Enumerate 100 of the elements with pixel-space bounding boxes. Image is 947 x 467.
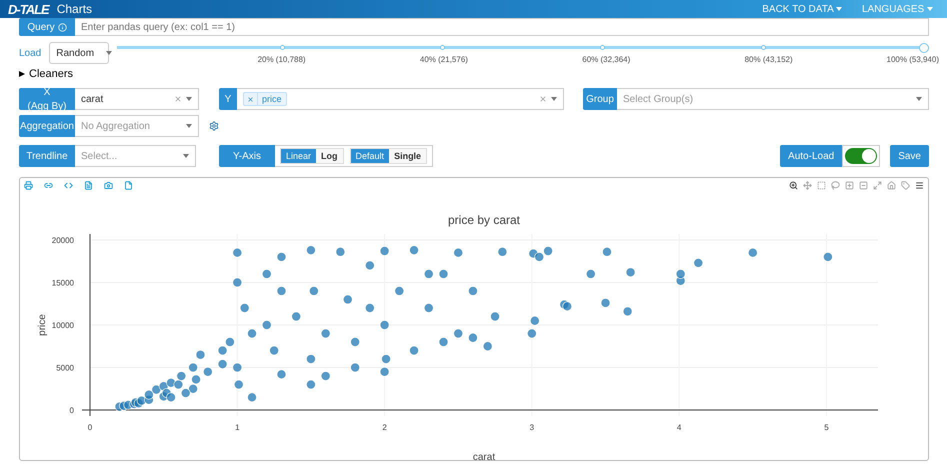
y-tick-label: 5000 — [56, 363, 74, 372]
data-point — [191, 374, 201, 384]
data-point — [309, 286, 319, 296]
data-point — [350, 362, 360, 372]
y-tag[interactable]: price — [243, 92, 287, 106]
code-icon[interactable] — [64, 181, 73, 190]
aggregation-select[interactable]: No Aggregation — [75, 115, 199, 137]
y-tick-label: 10000 — [52, 320, 74, 330]
slider-dot — [760, 45, 766, 50]
data-point — [409, 346, 419, 356]
link-icon[interactable] — [44, 181, 53, 190]
home-icon[interactable] — [887, 181, 896, 190]
lasso-icon[interactable] — [831, 181, 840, 190]
data-point — [320, 328, 330, 338]
group-select[interactable]: Select Group(s) — [617, 88, 929, 110]
data-point — [188, 362, 198, 372]
auto-load-switch[interactable] — [845, 148, 878, 164]
data-point — [276, 286, 286, 296]
axis-toggle[interactable]: Linear — [281, 149, 316, 163]
zoom-in-icon[interactable] — [845, 181, 854, 190]
query-input[interactable]: Enter pandas query (ex: col1 == 1) — [75, 18, 929, 36]
data-point — [622, 306, 632, 316]
axis-toggle[interactable]: Log — [316, 149, 343, 163]
data-point — [269, 346, 279, 356]
data-point — [225, 337, 235, 347]
query-label: Query — [19, 18, 75, 36]
data-point — [196, 350, 206, 360]
auto-load-button[interactable]: Auto-Load — [780, 145, 842, 167]
y-tick-label: 0 — [70, 406, 74, 415]
save-button[interactable]: Save — [890, 145, 929, 167]
nav-menu[interactable]: LANGUAGES — [856, 4, 939, 14]
slider-mark-label: 60% (32,364) — [582, 55, 630, 64]
tag-icon[interactable] — [901, 181, 910, 190]
data-point — [365, 260, 375, 270]
slider-mark-label: 80% (43,152) — [744, 55, 793, 64]
slider-dot — [440, 45, 445, 50]
box-select-icon[interactable] — [817, 181, 826, 190]
data-point — [234, 380, 244, 390]
x-tick-label: 2 — [382, 422, 387, 432]
printer-icon[interactable] — [24, 181, 33, 190]
slider-dot — [600, 45, 606, 50]
clear-icon[interactable] — [174, 95, 182, 103]
pan-icon[interactable] — [803, 181, 812, 190]
x-label-text: X — [44, 86, 50, 98]
data-point — [380, 366, 390, 376]
data-point — [291, 312, 301, 322]
nav-menu[interactable]: BACK TO DATA — [756, 4, 848, 14]
data-point — [380, 246, 390, 256]
data-point — [626, 267, 636, 277]
remove-icon[interactable] — [247, 96, 254, 102]
data-point — [543, 246, 553, 256]
axis-toggle[interactable]: Single — [389, 149, 426, 163]
data-point — [276, 369, 286, 380]
zoom-out-icon[interactable] — [859, 181, 868, 190]
settings-icon[interactable] — [209, 121, 219, 131]
slider-thumb[interactable] — [919, 43, 929, 53]
cleaners-toggle[interactable]: Cleaners — [19, 68, 74, 80]
data-point — [306, 245, 316, 255]
data-point — [823, 252, 833, 262]
y-label: Y — [219, 88, 237, 110]
slider-mark-label: 40% (21,576) — [420, 55, 468, 64]
x-tick-label: 1 — [235, 422, 240, 432]
x-tick-label: 3 — [530, 422, 534, 432]
aggregation-label: Aggregation — [19, 115, 75, 137]
data-point — [527, 328, 537, 338]
data-point — [424, 303, 434, 313]
axis-toggle[interactable]: Default — [350, 149, 390, 163]
page-title: Charts — [56, 2, 92, 16]
data-point — [694, 258, 704, 268]
data-point — [350, 337, 360, 347]
slider-dot — [280, 45, 285, 50]
info-icon[interactable] — [58, 22, 67, 32]
file-icon[interactable] — [124, 181, 133, 190]
data-point — [262, 320, 272, 330]
camera-icon[interactable] — [104, 181, 113, 190]
trendline-select[interactable]: Select... — [75, 145, 196, 167]
y-axis-title: price — [37, 314, 48, 336]
y-select[interactable]: price — [237, 88, 564, 110]
load-select[interactable]: Random — [49, 42, 110, 64]
document-icon[interactable] — [84, 181, 93, 190]
autoscale-icon[interactable] — [873, 181, 882, 190]
data-point — [306, 354, 316, 364]
clear-icon[interactable] — [539, 95, 547, 103]
y-tick-label: 20000 — [52, 236, 74, 245]
x-select[interactable]: carat — [75, 88, 199, 110]
data-point — [218, 359, 228, 369]
data-point — [490, 312, 500, 322]
zoom-icon[interactable] — [789, 181, 798, 190]
data-point — [534, 252, 544, 262]
load-label: Load — [19, 48, 42, 58]
data-point — [262, 269, 272, 279]
menu-icon[interactable] — [915, 181, 924, 190]
data-point — [453, 248, 464, 258]
data-point — [394, 286, 404, 296]
x-tick-label: 4 — [676, 422, 682, 432]
data-point — [342, 294, 353, 304]
data-point — [166, 392, 176, 402]
data-point — [424, 269, 434, 279]
data-point — [151, 384, 162, 394]
data-point — [247, 392, 257, 402]
